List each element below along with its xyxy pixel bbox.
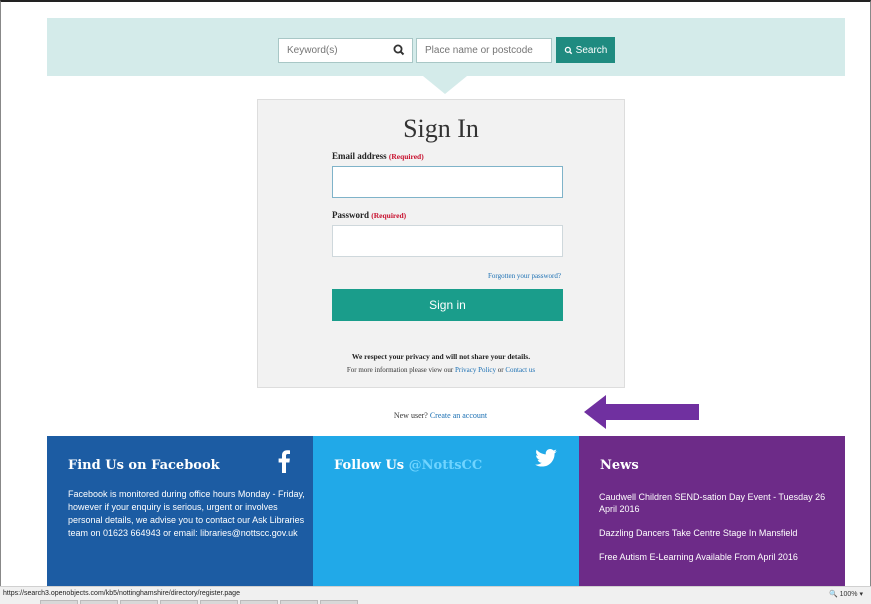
taskbar-tabs — [40, 600, 358, 604]
privacy-info: For more information please view our Pri… — [258, 366, 624, 374]
taskbar-tab[interactable] — [40, 600, 78, 604]
facebook-panel-text: Facebook is monitored during office hour… — [68, 489, 305, 538]
news-item[interactable]: Free Autism E-Learning Available From Ap… — [599, 551, 839, 563]
facebook-icon[interactable] — [277, 449, 291, 473]
twitter-panel: Follow Us @NottsCC — [313, 436, 579, 586]
email-required-tag: (Required) — [388, 152, 424, 161]
twitter-icon[interactable] — [535, 449, 557, 467]
signin-title: Sign In — [403, 114, 479, 143]
twitter-panel-title: Follow Us @NottsCC — [334, 458, 482, 473]
twitter-handle-link[interactable]: @NottsCC — [409, 458, 483, 473]
taskbar-tab[interactable] — [200, 600, 238, 604]
taskbar-tab[interactable] — [280, 600, 318, 604]
chevron-down-icon[interactable]: ▾ — [859, 591, 863, 598]
privacy-statement: We respect your privacy and will not sha… — [351, 352, 531, 361]
password-field[interactable] — [332, 225, 563, 257]
news-panel-title: News — [600, 458, 639, 473]
taskbar-tab[interactable] — [80, 600, 118, 604]
email-label-text: Email address — [332, 151, 387, 161]
zoom-icon: 🔍 — [828, 591, 838, 598]
twitter-title-prefix: Follow Us — [334, 458, 405, 473]
annotation-arrow-icon — [584, 395, 699, 429]
news-panel: News Caudwell Children SEND-sation Day E… — [579, 436, 845, 586]
taskbar-tab[interactable] — [160, 600, 198, 604]
forgot-password-link[interactable]: Forgotten your password? — [488, 272, 561, 280]
email-label: Email address (Required) — [332, 151, 424, 161]
taskbar-tab[interactable] — [320, 600, 358, 604]
new-user-row: New user? Create an account — [0, 411, 871, 420]
search-band-pointer — [423, 76, 467, 94]
place-input[interactable] — [417, 39, 551, 62]
new-user-prefix: New user? — [393, 411, 428, 420]
news-item[interactable]: Dazzling Dancers Take Centre Stage In Ma… — [599, 527, 839, 539]
taskbar-tab[interactable] — [120, 600, 158, 604]
search-button-label: Search — [575, 44, 608, 56]
create-account-link[interactable]: Create an account — [430, 411, 487, 420]
status-bar: https://search3.openobjects.com/kb5/nott… — [0, 586, 871, 604]
privacy-prefix: For more information please view our — [346, 366, 454, 374]
news-item[interactable]: Caudwell Children SEND-sation Day Event … — [599, 491, 839, 515]
status-url: https://search3.openobjects.com/kb5/nott… — [3, 590, 240, 597]
keyword-search-field[interactable] — [278, 38, 413, 63]
taskbar-tab[interactable] — [240, 600, 278, 604]
contact-us-link[interactable]: Contact us — [505, 366, 535, 374]
search-icon[interactable] — [392, 43, 406, 57]
facebook-panel: Find Us on Facebook Facebook is monitore… — [47, 436, 313, 586]
privacy-or: or — [497, 366, 504, 374]
email-field[interactable] — [332, 166, 563, 198]
facebook-panel-title: Find Us on Facebook — [68, 458, 220, 473]
zoom-control[interactable]: 🔍 100% ▾ — [829, 590, 863, 598]
password-label: Password (Required) — [332, 210, 406, 220]
search-button[interactable]: Search — [556, 37, 615, 63]
zoom-level: 100% — [839, 591, 858, 598]
signin-button[interactable]: Sign in — [332, 289, 563, 321]
signin-card: Sign In Email address (Required) Passwor… — [257, 99, 625, 388]
news-list: Caudwell Children SEND-sation Day Event … — [599, 491, 839, 575]
search-icon — [564, 46, 572, 54]
place-search-field[interactable] — [416, 38, 552, 63]
password-required-tag: (Required) — [371, 211, 407, 220]
privacy-policy-link[interactable]: Privacy Policy — [455, 366, 496, 374]
password-label-text: Password — [332, 210, 370, 220]
